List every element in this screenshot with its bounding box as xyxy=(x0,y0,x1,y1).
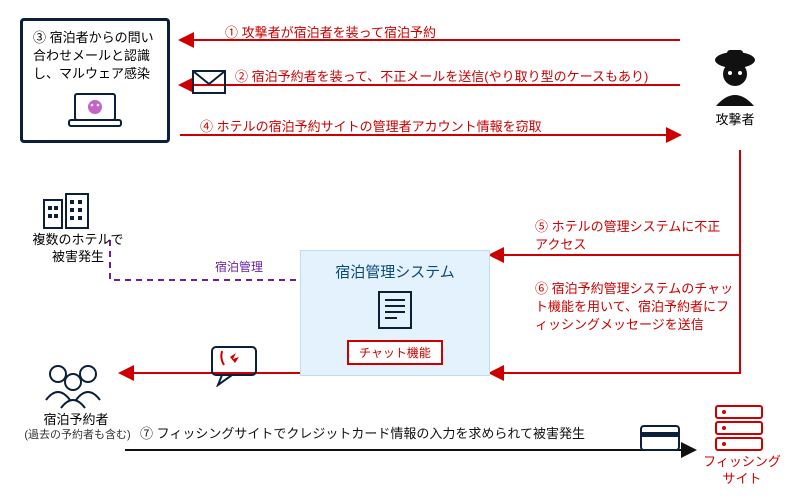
mgmt-link-label: 宿泊管理 xyxy=(215,258,263,275)
step-5-text: ⑤ ホテルの管理システムに不正アクセス xyxy=(535,218,725,254)
malware-laptop-icon xyxy=(65,90,125,132)
step-6-text: ⑥ 宿泊予約管理システムのチャット機能を用いて、宿泊予約者にフィッシングメッセー… xyxy=(535,280,735,335)
mgmt-title: 宿泊管理システム xyxy=(315,261,475,282)
guests-label: 宿泊予約者 xyxy=(30,412,122,429)
step-1-text: ① 攻撃者が宿泊者を装って宿泊予約 xyxy=(225,24,436,42)
step-4-text: ④ ホテルの宿泊予約サイトの管理者アカウント情報を窃取 xyxy=(200,118,542,136)
phishing-chat-icon xyxy=(210,345,260,387)
hotel-caption: ③ 宿泊者からの問い合わせメールと認識し、マルウェア感染 xyxy=(33,29,157,84)
arrow-step-5-6 xyxy=(490,150,740,373)
guests-icon xyxy=(40,360,110,410)
step-2-text: ② 宿泊予約者を装って、不正メールを送信(やり取り型のケースもあり) xyxy=(235,68,648,86)
chat-feature-tag: チャット機能 xyxy=(347,340,443,365)
link-mgmt-dashed xyxy=(110,240,300,280)
attacker-icon xyxy=(700,40,770,110)
step-7-text: ⑦ フィッシングサイトでクレジットカード情報の入力を求められて被害発生 xyxy=(140,425,610,443)
credit-card-icon xyxy=(640,425,680,451)
mail-icon xyxy=(192,70,226,94)
attacker-label: 攻撃者 xyxy=(700,112,770,129)
hotel-infection-box: ③ 宿泊者からの問い合わせメールと認識し、マルウェア感染 xyxy=(20,18,170,143)
document-icon xyxy=(373,288,417,332)
server-icon xyxy=(712,402,766,452)
hotels-damage-label: 複数のホテルで被害発生 xyxy=(28,232,128,266)
guests-sublabel: (過去の予約者も含む) xyxy=(20,428,135,442)
mgmt-system-box: 宿泊管理システム チャット機能 xyxy=(300,250,490,376)
buildings-icon xyxy=(42,192,92,230)
phishing-site-label: フィッシングサイト xyxy=(702,454,782,488)
